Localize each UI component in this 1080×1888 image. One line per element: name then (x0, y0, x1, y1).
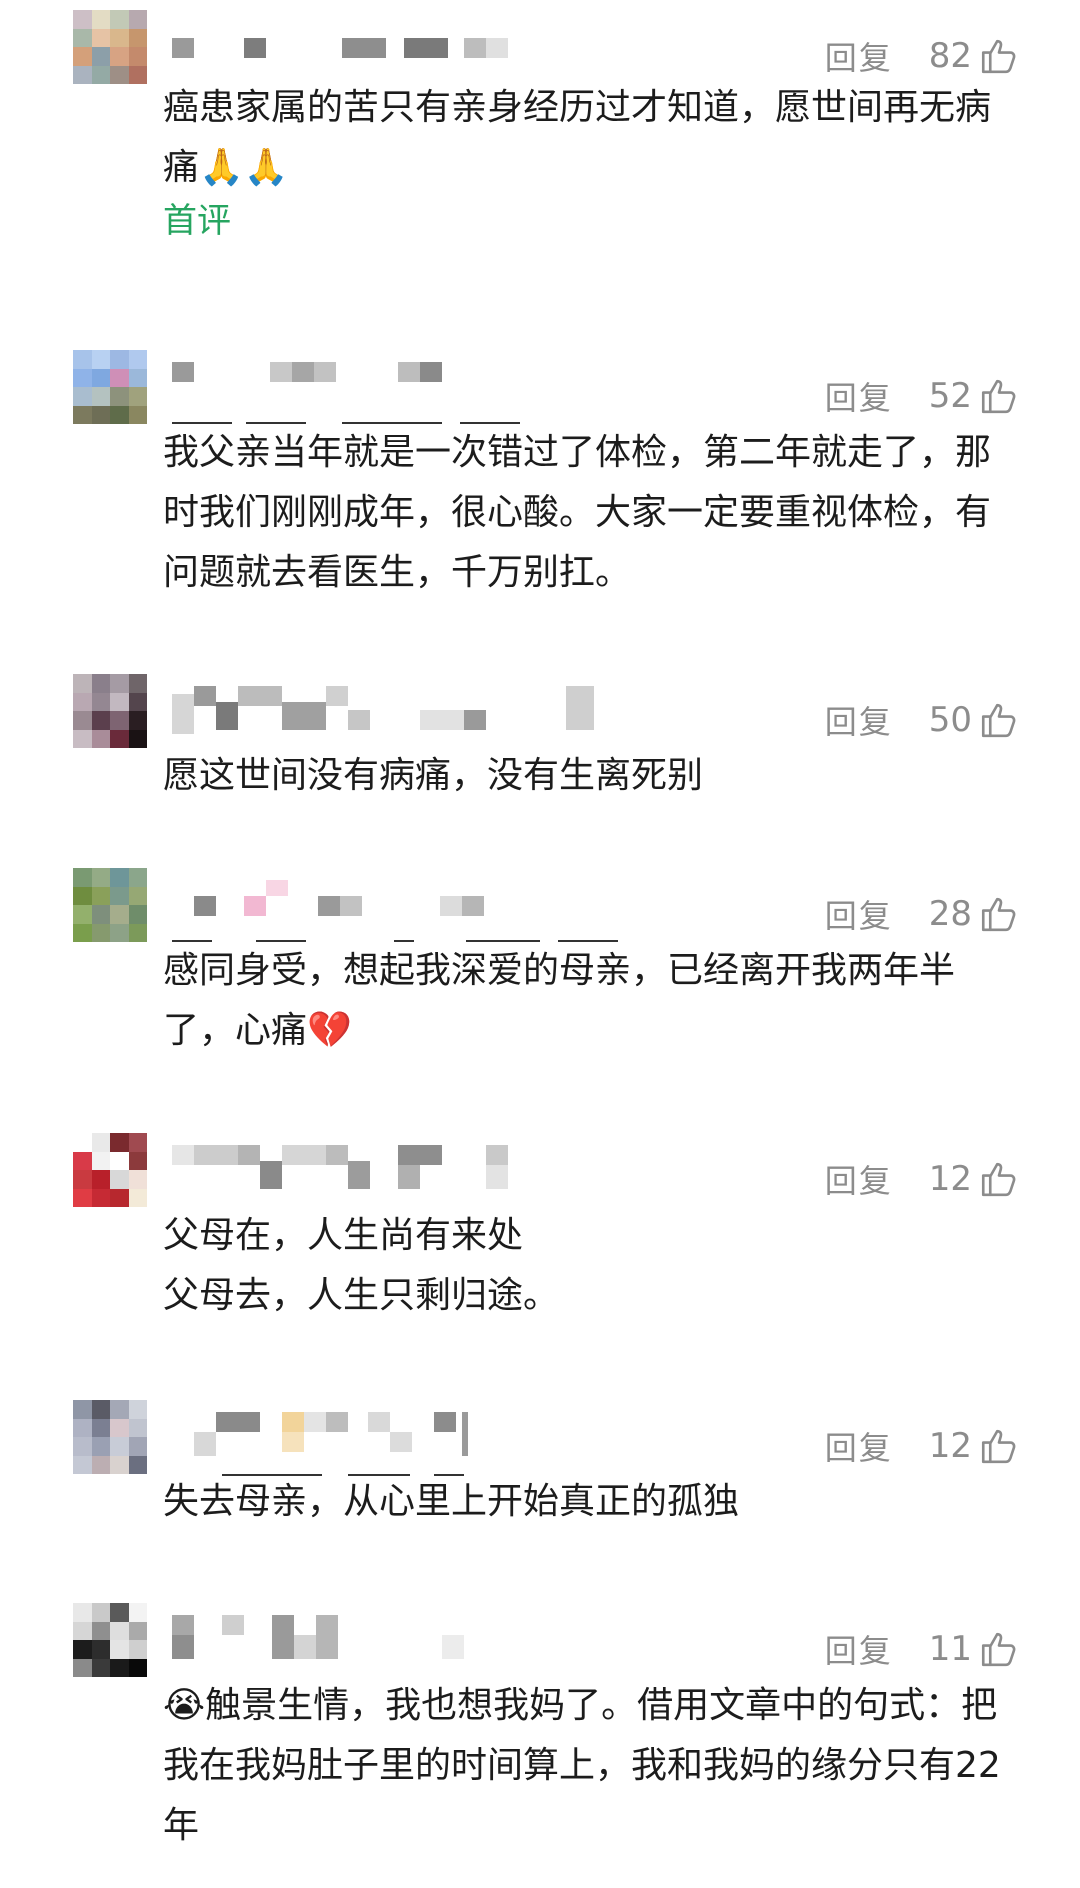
like-count: 12 (928, 1426, 972, 1466)
reply-button[interactable]: 回复 (825, 697, 893, 743)
reply-button[interactable]: 回复 (825, 1156, 893, 1202)
comment-actions: 回复 82 (825, 33, 1020, 79)
thumbs-up-icon[interactable] (978, 893, 1020, 935)
like-count: 28 (928, 894, 972, 934)
comment-actions: 回复 52 (825, 373, 1020, 419)
avatar[interactable] (73, 674, 147, 748)
comment-text: 😭触景生情，我也想我妈了。借用文章中的句式：把我在我妈肚子里的时间算上，我和我妈… (163, 1685, 1001, 1846)
thumbs-up-icon[interactable] (978, 1628, 1020, 1670)
comment-text: 父母在，人生尚有来处 父母去，人生只剩归途。 (163, 1215, 560, 1316)
thumbs-up-icon[interactable] (978, 35, 1020, 77)
reply-button[interactable]: 回复 (825, 1626, 893, 1672)
comment-actions: 回复 50 (825, 697, 1020, 743)
avatar[interactable] (73, 10, 147, 84)
comment-text: 感同身受，想起我深爱的母亲，已经离开我两年半了，心痛💔 (163, 950, 956, 1051)
comment-text: 愿这世间没有病痛，没有生离死别 (163, 755, 704, 796)
like-count: 12 (928, 1159, 972, 1199)
comment-actions: 回复 12 (825, 1156, 1020, 1202)
comment-actions: 回复 28 (825, 891, 1020, 937)
thumbs-up-icon[interactable] (978, 375, 1020, 417)
thumbs-up-icon[interactable] (978, 699, 1020, 741)
like-count: 52 (928, 376, 972, 416)
avatar[interactable] (73, 1603, 147, 1677)
reply-button[interactable]: 回复 (825, 1423, 893, 1469)
comment-actions: 回复 12 (825, 1423, 1020, 1469)
like-count: 82 (928, 36, 972, 76)
reply-button[interactable]: 回复 (825, 891, 893, 937)
avatar[interactable] (73, 1400, 147, 1474)
first-comment-badge: 首评 (163, 201, 231, 241)
comment-text: 失去母亲，从心里上开始真正的孤独 (163, 1481, 740, 1522)
thumbs-up-icon[interactable] (978, 1158, 1020, 1200)
avatar[interactable] (73, 350, 147, 424)
comment-text: 癌患家属的苦只有亲身经历过才知道，愿世间再无病痛🙏🙏 (163, 87, 992, 188)
avatar[interactable] (73, 868, 147, 942)
thumbs-up-icon[interactable] (978, 1425, 1020, 1467)
avatar[interactable] (73, 1133, 147, 1207)
reply-button[interactable]: 回复 (825, 373, 893, 419)
reply-button[interactable]: 回复 (825, 33, 893, 79)
like-count: 50 (928, 700, 972, 740)
comment-actions: 回复 11 (825, 1626, 1020, 1672)
like-count: 11 (928, 1629, 972, 1669)
comment-text: 我父亲当年就是一次错过了体检，第二年就走了，那时我们刚刚成年，很心酸。大家一定要… (163, 432, 992, 593)
